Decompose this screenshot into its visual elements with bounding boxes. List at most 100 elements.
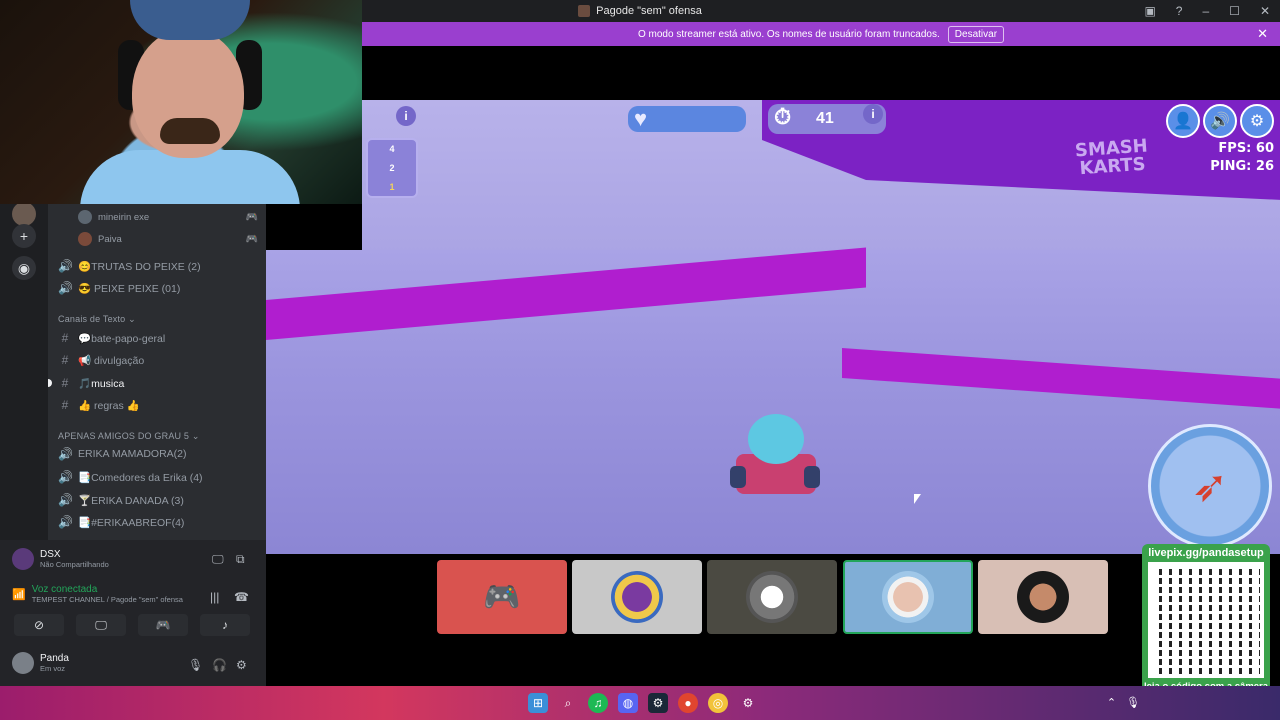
category-text-channels[interactable]: Canais de Texto ⌄: [58, 314, 136, 325]
rocket-powerup-icon: ➶: [1148, 424, 1272, 548]
activity-button[interactable]: 🎮: [138, 614, 188, 636]
channel-label: 📑Comedores da Erika (4): [78, 471, 203, 484]
user-status: Em voz: [40, 664, 66, 673]
participant-tile-speaking[interactable]: [843, 560, 973, 634]
soundboard-button[interactable]: ♪: [200, 614, 250, 636]
voice-connection[interactable]: 📶 Voz conectada TEMPEST CHANNEL / Pagode…: [12, 584, 183, 604]
voice-channel[interactable]: 🔊 📑Comedores da Erika (4): [58, 467, 258, 487]
channel-label: 😎 PEIXE PEIXE (01): [78, 282, 181, 295]
game-stream-view[interactable]: SMASH KARTS 4 i 4 2 1 ♥ ⏱ 41: [266, 46, 1280, 554]
windows-start-icon[interactable]: ⊞: [528, 693, 548, 713]
channel-label: 🎵musica: [78, 377, 125, 390]
voice-member[interactable]: Paiva 🎮: [78, 229, 258, 249]
avatar: [611, 571, 663, 623]
speaker-icon: 🔊: [58, 515, 73, 529]
disconnect-icon[interactable]: ☎: [234, 590, 249, 604]
avatar: [882, 571, 934, 623]
channel-label: 💬bate-papo-geral: [78, 332, 166, 345]
banner-text: O modo streamer está ativo. Os nomes de …: [637, 28, 940, 40]
speaker-icon: 🔊: [58, 447, 73, 461]
close-banner-icon[interactable]: ✕: [1257, 26, 1268, 42]
voice-channel-path: TEMPEST CHANNEL / Pagode "sem" ofensa: [31, 595, 183, 604]
explore-servers-icon[interactable]: ◉: [12, 256, 36, 280]
camera-off-button[interactable]: ⊘: [14, 614, 64, 636]
user-info[interactable]: Panda Em voz: [12, 652, 69, 674]
add-server-icon[interactable]: +: [12, 224, 36, 248]
help-icon[interactable]: ?: [1176, 4, 1183, 18]
windows-taskbar: ⊞ ⌕ ♫ ◍ ⚙ ● ◎ ⚙ ⌃ 🎙: [0, 686, 1280, 720]
microphone-icon[interactable]: 🎙: [188, 658, 203, 672]
user-name: Panda: [40, 653, 69, 664]
health-bar: ♥: [628, 106, 746, 132]
participant-tile[interactable]: [978, 560, 1108, 634]
voice-channel[interactable]: 🔊 📑#ERIKAABREOF(4): [58, 512, 258, 532]
channel-label: 👍 regras 👍: [78, 399, 140, 412]
speaker-icon: 🔊: [58, 470, 73, 484]
user-panel: DSX Não Compartilhando 🖵 ⧉ 📶 Voz conecta…: [0, 540, 266, 686]
microphone-tray-icon[interactable]: 🎙: [1126, 696, 1140, 709]
hash-icon: #: [61, 353, 69, 367]
close-window-button[interactable]: ✕: [1260, 4, 1270, 18]
tray-chevron-icon[interactable]: ⌃: [1107, 696, 1116, 709]
hash-icon: #: [61, 376, 69, 390]
text-channel[interactable]: # 💬bate-papo-geral: [58, 328, 258, 348]
participant-tile[interactable]: 🎮: [437, 560, 567, 634]
voice-channel[interactable]: 🔊 😊TRUTAS DO PEIXE (2): [58, 256, 258, 276]
text-channel[interactable]: # 📢 divulgação: [58, 350, 258, 370]
streamer-mode-banner: O modo streamer está ativo. Os nomes de …: [362, 22, 1280, 46]
category-friends[interactable]: APENAS AMIGOS DO GRAU 5 ⌄: [58, 431, 200, 442]
steam-icon[interactable]: ⚙: [648, 693, 668, 713]
settings-icon[interactable]: ⚙: [738, 693, 758, 713]
gamepad-icon: 🎮: [245, 211, 258, 223]
mouse-cursor: [914, 494, 921, 504]
invite-friends-icon[interactable]: 👤: [1166, 104, 1200, 138]
noise-suppression-icon[interactable]: |||: [210, 590, 219, 604]
fps-readout: FPS: 60: [1218, 141, 1274, 156]
server-avatar[interactable]: [12, 202, 36, 226]
inbox-icon[interactable]: ▣: [1144, 4, 1155, 18]
minimize-button[interactable]: –: [1202, 4, 1209, 18]
clock-icon: ⏱: [774, 104, 792, 129]
voice-status: Voz conectada: [31, 584, 98, 595]
discord-icon[interactable]: ◍: [618, 693, 638, 713]
screen-share-icon[interactable]: 🖵: [212, 552, 224, 567]
channel-label: 🍸ERIKA DANADA (3): [78, 494, 184, 507]
app-icon[interactable]: ●: [678, 693, 698, 713]
webcam-overlay: [0, 0, 362, 204]
popout-icon[interactable]: ⧉: [236, 552, 245, 567]
stream-name: DSX: [40, 549, 61, 560]
discord-logo-icon: 🎮: [483, 580, 521, 614]
share-screen-button[interactable]: 🖵: [76, 614, 126, 636]
participant-tile[interactable]: [707, 560, 837, 634]
voice-channel[interactable]: 🔊 😎 PEIXE PEIXE (01): [58, 278, 258, 298]
voice-member[interactable]: mineirin exe 🎮: [78, 207, 258, 227]
voice-channel[interactable]: 🔊 ERIKA MAMADORA(2): [58, 444, 258, 464]
spotify-icon[interactable]: ♫: [588, 693, 608, 713]
search-icon[interactable]: ⌕: [558, 693, 578, 713]
chrome-icon[interactable]: ◎: [708, 693, 728, 713]
channel-label: ERIKA MAMADORA(2): [78, 448, 187, 460]
window-thumbnail-icon: [578, 5, 591, 17]
text-channel[interactable]: # 🎵musica: [58, 373, 258, 393]
settings-icon[interactable]: ⚙: [236, 658, 247, 672]
disable-streamer-mode-button[interactable]: Desativar: [947, 25, 1005, 43]
avatar: [12, 652, 34, 674]
info-icon[interactable]: i: [863, 104, 883, 124]
info-icon[interactable]: i: [396, 106, 416, 126]
sound-icon[interactable]: 🔊: [1203, 104, 1237, 138]
channel-list: mineirin exe 🎮 Paiva 🎮 🔊 😊TRUTAS DO PEIX…: [48, 204, 266, 540]
participant-tile[interactable]: [572, 560, 702, 634]
text-channel[interactable]: # 👍 regras 👍: [58, 395, 258, 415]
member-name: Paiva: [98, 233, 122, 245]
hash-icon: #: [61, 398, 69, 412]
stream-status[interactable]: DSX Não Compartilhando: [12, 548, 109, 570]
headphones-icon[interactable]: 🎧: [212, 658, 227, 672]
stream-status-text: Não Compartilhando: [40, 560, 109, 569]
voice-channel[interactable]: 🔊 🍸ERIKA DANADA (3): [58, 490, 258, 510]
speaker-icon: 🔊: [58, 281, 73, 295]
settings-gear-icon[interactable]: ⚙: [1240, 104, 1274, 138]
speaker-icon: 🔊: [58, 493, 73, 507]
avatar: [1017, 571, 1069, 623]
maximize-button[interactable]: ☐: [1229, 4, 1240, 18]
signal-icon: 📶: [12, 588, 26, 601]
